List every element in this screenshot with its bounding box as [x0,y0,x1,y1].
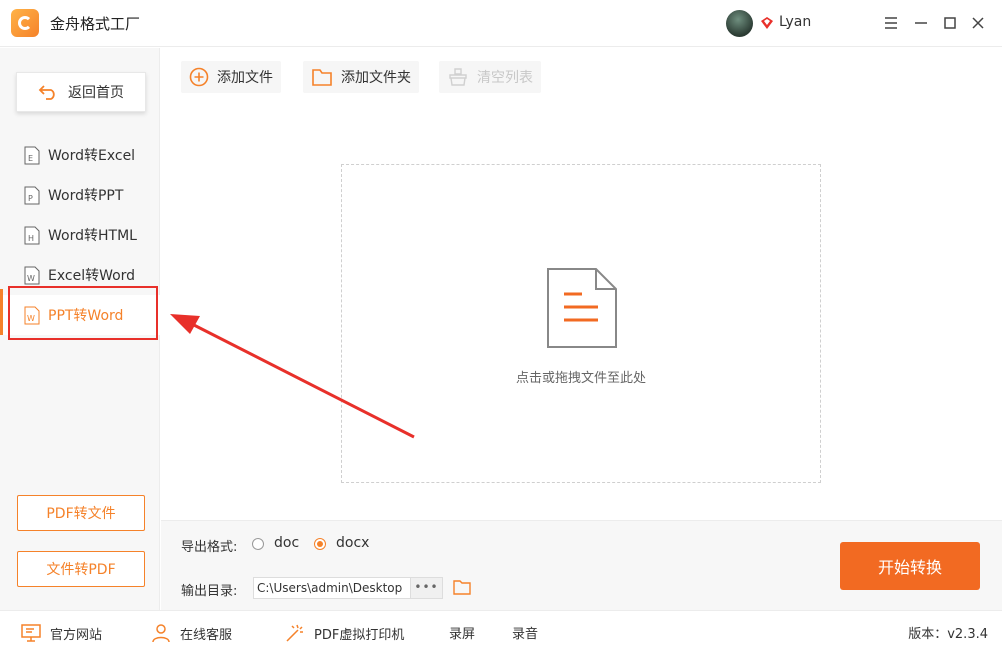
official-website-label: 官方网站 [50,627,103,643]
add-folder-button[interactable]: 添加文件夹 [303,61,419,93]
clear-list-label: 清空列表 [477,70,533,86]
radio-docx[interactable] [314,538,326,550]
broom-icon [449,68,467,86]
app-title: 金舟格式工厂 [50,15,141,33]
start-convert-button[interactable]: 开始转换 [840,542,980,590]
drop-hint: 点击或拖拽文件至此处 [515,371,646,386]
online-support-link[interactable]: 在线客服 [150,623,232,643]
version-text: 版本：v2.3.4 [908,627,988,642]
sidebar-item-word-to-html[interactable]: H Word转HTML [0,215,160,255]
close-icon[interactable] [967,12,989,34]
add-file-button[interactable]: 添加文件 [181,61,281,93]
sidebar: 返回首页 E Word转Excel P Word转PPT H Word转HTML… [0,48,160,610]
title-bar: 金舟格式工厂 Lyan [0,0,1002,47]
official-website-link[interactable]: 官方网站 [20,623,102,643]
back-arrow-icon [38,85,55,100]
browse-button[interactable]: ••• [411,577,443,599]
minimize-icon[interactable] [910,12,932,34]
format-label: 导出格式: [181,540,238,555]
screen-record-label: 录屏 [449,627,476,642]
pdf-to-file-button[interactable]: PDF转文件 [17,495,145,531]
file-h-icon: H [24,226,40,244]
vip-diamond-icon [761,17,773,29]
add-circle-icon [189,67,209,87]
sidebar-item-label: Word转PPT [48,188,124,204]
folder-icon [312,69,332,86]
file-e-icon: E [24,146,40,164]
svg-text:H: H [28,234,34,243]
maximize-icon[interactable] [939,12,961,34]
document-icon [547,268,617,348]
pdf-printer-link[interactable]: PDF虚拟打印机 [284,623,404,643]
magic-wand-icon [286,624,303,642]
person-icon [152,624,170,643]
screen-record-link[interactable]: 录屏 [449,623,475,642]
sidebar-item-word-to-excel[interactable]: E Word转Excel [0,135,160,175]
file-p-icon: P [24,186,40,204]
home-button-label: 返回首页 [68,85,124,101]
svg-text:W: W [27,274,35,283]
footer-bar: 官方网站 在线客服 PDF虚拟打印机 录屏 录音 版本：v2.3.4 [0,610,1002,652]
sidebar-item-word-to-ppt[interactable]: P Word转PPT [0,175,160,215]
monitor-icon [21,624,41,642]
file-w-icon: W [24,266,40,284]
radio-doc[interactable] [252,538,264,550]
audio-record-link[interactable]: 录音 [512,623,538,642]
online-support-label: 在线客服 [180,627,233,643]
output-dir-input[interactable]: C:\Users\admin\Desktop [253,577,411,599]
svg-text:P: P [28,194,33,203]
audio-record-label: 录音 [512,627,539,642]
user-avatar[interactable] [726,10,753,37]
home-button[interactable]: 返回首页 [16,72,146,112]
clear-list-button[interactable]: 清空列表 [439,61,541,93]
radio-docx-label[interactable]: docx [336,535,369,551]
annotation-highlight-box [8,286,158,340]
add-file-label: 添加文件 [217,70,273,86]
menu-icon[interactable] [880,12,902,34]
svg-text:E: E [28,154,33,163]
active-indicator [0,289,3,335]
output-dir-label: 输出目录: [181,584,238,599]
sidebar-item-label: Word转HTML [48,228,137,244]
app-logo-icon [11,9,39,37]
sidebar-item-label: Word转Excel [48,148,136,164]
pdf-printer-label: PDF虚拟打印机 [314,627,405,643]
add-folder-label: 添加文件夹 [341,70,411,86]
file-drop-zone[interactable]: 点击或拖拽文件至此处 [341,164,821,483]
file-to-pdf-button[interactable]: 文件转PDF [17,551,145,587]
radio-doc-label[interactable]: doc [274,535,299,551]
output-settings-panel: 导出格式: doc docx 输出目录: C:\Users\admin\Desk… [161,520,1002,610]
open-folder-icon[interactable] [453,579,471,595]
username[interactable]: Lyan [779,14,811,30]
sidebar-item-label: Excel转Word [48,268,136,284]
